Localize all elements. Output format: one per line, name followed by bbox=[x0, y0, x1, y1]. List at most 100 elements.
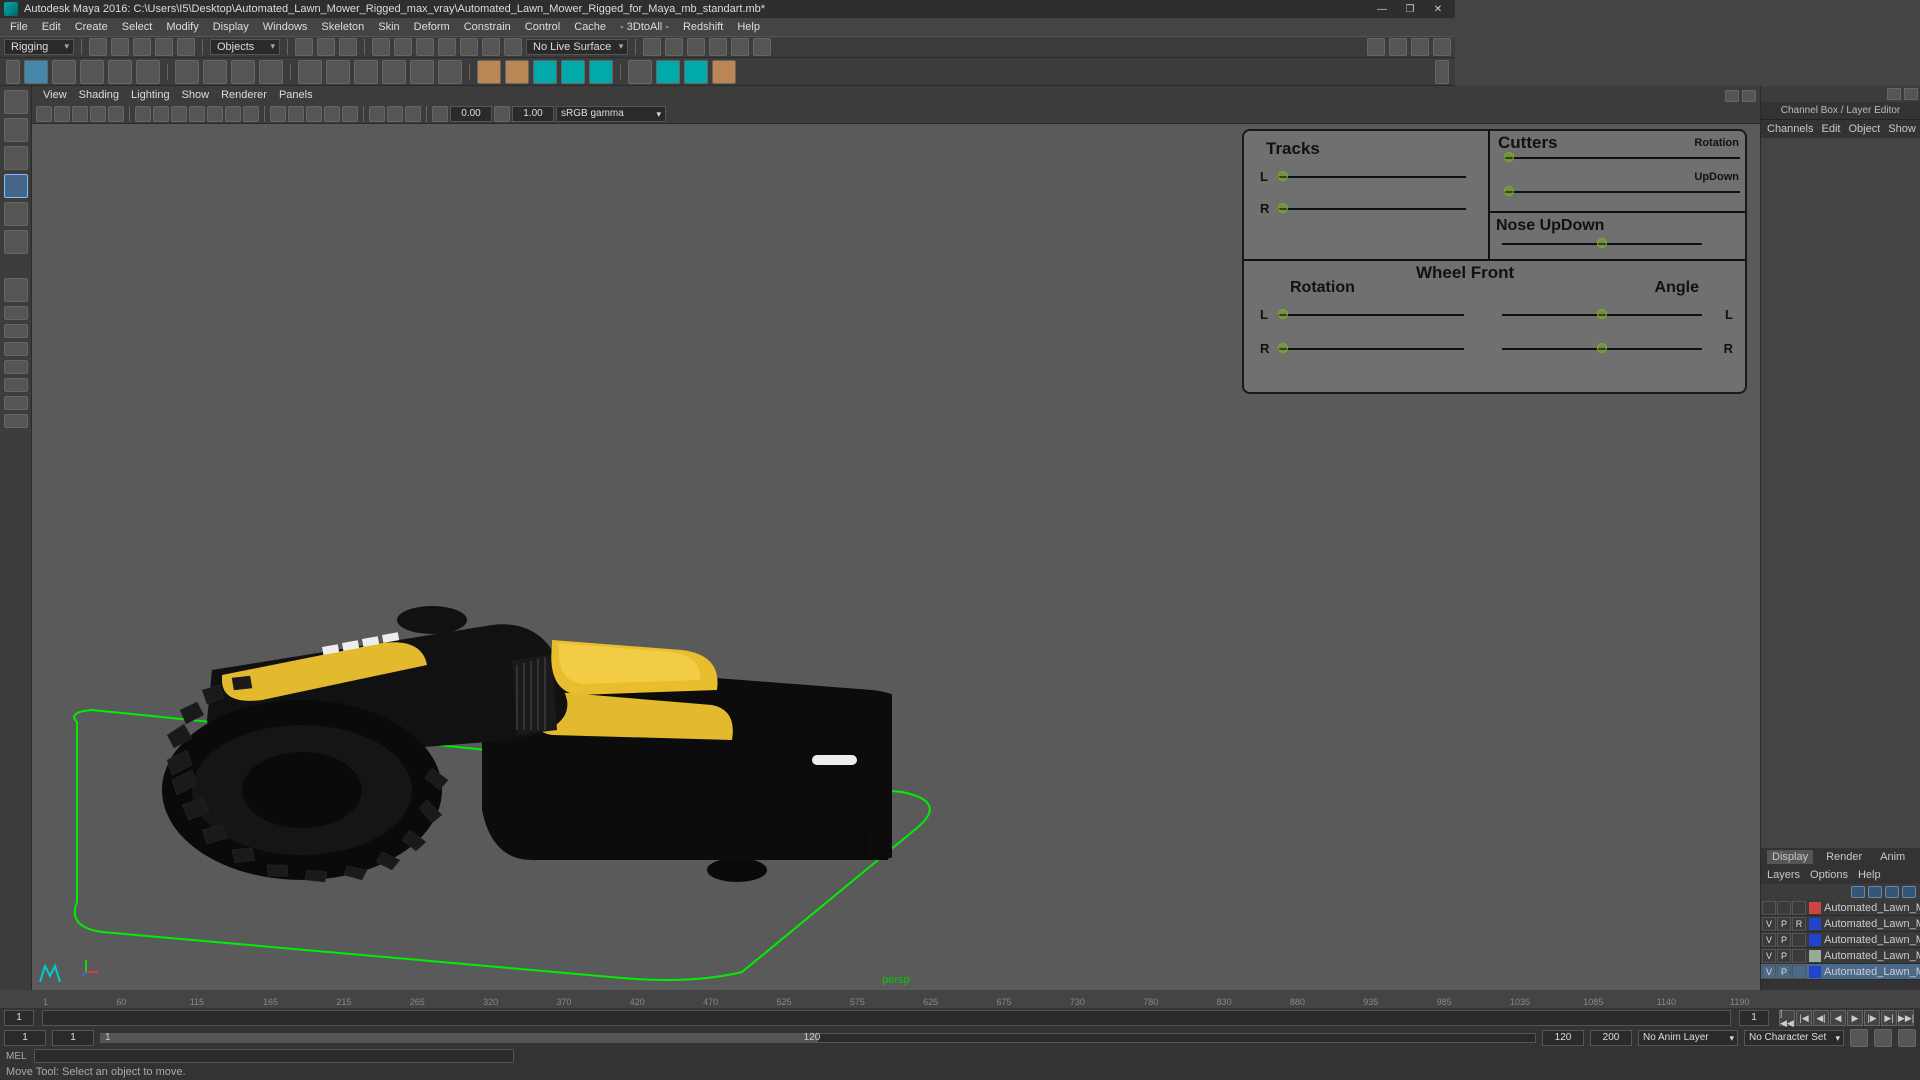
set-key-button[interactable] bbox=[1874, 1029, 1892, 1047]
range-slider-track[interactable]: 1120 bbox=[100, 1033, 1536, 1043]
play-backwards-button[interactable]: ◀ bbox=[1830, 1010, 1846, 1026]
shelf-tool-13[interactable] bbox=[382, 60, 406, 84]
shelf-tool-18[interactable] bbox=[533, 60, 557, 84]
vp-grease-pencil-icon[interactable] bbox=[108, 106, 124, 122]
layer-tab-anim[interactable]: Anim bbox=[1875, 850, 1910, 864]
snap-curve-icon[interactable] bbox=[317, 38, 335, 56]
shelf-tool-7[interactable] bbox=[203, 60, 227, 84]
layout-quick7[interactable] bbox=[4, 414, 28, 428]
rig-angle-l-slider[interactable] bbox=[1502, 314, 1702, 316]
vp-gate-mask-icon[interactable] bbox=[189, 106, 205, 122]
shelf-tool-19[interactable] bbox=[561, 60, 585, 84]
command-input[interactable] bbox=[34, 1049, 514, 1063]
layer-color-swatch[interactable] bbox=[1809, 934, 1821, 946]
anim-start-field[interactable]: 1 bbox=[4, 1030, 46, 1046]
render-settings-icon[interactable] bbox=[687, 38, 705, 56]
layer-r-toggle[interactable] bbox=[1792, 965, 1806, 979]
menu-constrain[interactable]: Constrain bbox=[458, 20, 517, 34]
vp-shadows-icon[interactable] bbox=[342, 106, 358, 122]
layout-quick2[interactable] bbox=[4, 324, 28, 338]
rotate-tool[interactable] bbox=[4, 202, 28, 226]
layer-color-swatch[interactable] bbox=[1809, 902, 1821, 914]
layout-quick1[interactable] bbox=[4, 306, 28, 320]
layer-delete-icon[interactable] bbox=[1902, 886, 1916, 898]
cb-tab-edit[interactable]: Edit bbox=[1821, 123, 1840, 135]
time-slider-track[interactable]: 1601151652152653203704204705255756256757… bbox=[42, 1010, 1731, 1026]
playback-end-field[interactable]: 120 bbox=[1542, 1030, 1584, 1046]
layer-color-swatch[interactable] bbox=[1809, 918, 1821, 930]
vp-grid-icon[interactable] bbox=[135, 106, 151, 122]
shelf-scroll-icon[interactable] bbox=[1435, 60, 1449, 84]
step-back-button[interactable]: ◀| bbox=[1813, 1010, 1829, 1026]
panel-layout4-icon[interactable] bbox=[1433, 38, 1451, 56]
vp-textured-icon[interactable] bbox=[306, 106, 322, 122]
vp-film-gate-icon[interactable] bbox=[153, 106, 169, 122]
render-icon[interactable] bbox=[643, 38, 661, 56]
sym-x-icon[interactable] bbox=[394, 38, 412, 56]
shelf-tool-3[interactable] bbox=[80, 60, 104, 84]
close-panel-icon[interactable] bbox=[1742, 90, 1756, 102]
layer-row[interactable]: VPAutomated_Lawn_Mo... bbox=[1761, 948, 1920, 964]
time-current-start[interactable]: 1 bbox=[4, 1010, 34, 1026]
cb-tab-object[interactable]: Object bbox=[1848, 123, 1880, 135]
menu-deform[interactable]: Deform bbox=[408, 20, 456, 34]
panel-layout1-icon[interactable] bbox=[1367, 38, 1385, 56]
layer-p-toggle[interactable]: P bbox=[1777, 933, 1791, 947]
shelf-tool-24[interactable] bbox=[712, 60, 736, 84]
shelf-tool-15[interactable] bbox=[438, 60, 462, 84]
tearoff-icon[interactable] bbox=[1887, 88, 1901, 100]
anim-prefs-button[interactable] bbox=[1898, 1029, 1916, 1047]
viewport[interactable]: Tracks L R Cutters Rotation UpDown Nose … bbox=[32, 124, 1760, 990]
layer-menu-layers[interactable]: Layers bbox=[1767, 869, 1800, 881]
close-button[interactable]: ✕ bbox=[1425, 2, 1451, 16]
menu-windows[interactable]: Windows bbox=[257, 20, 314, 34]
layer-v-toggle[interactable]: V bbox=[1762, 933, 1776, 947]
snap-grid-icon[interactable] bbox=[295, 38, 313, 56]
menu-file[interactable]: File bbox=[4, 20, 34, 34]
layer-row[interactable]: VPAutomated_Lawn_Mo... bbox=[1761, 964, 1920, 980]
step-back-key-button[interactable]: |◀ bbox=[1796, 1010, 1812, 1026]
layer-up-icon[interactable] bbox=[1868, 886, 1882, 898]
vp-colorspace-dropdown[interactable]: sRGB gamma bbox=[556, 106, 666, 122]
shelf-tool-20[interactable] bbox=[589, 60, 613, 84]
live-surface-dropdown[interactable]: No Live Surface bbox=[526, 39, 628, 55]
layer-row[interactable]: VPRAutomated_Lawn_Mower bbox=[1761, 916, 1920, 932]
vp-wireframe-icon[interactable] bbox=[270, 106, 286, 122]
vp-gamma-field[interactable]: 1.00 bbox=[512, 106, 554, 122]
anim-layer-dropdown[interactable]: No Anim Layer bbox=[1638, 1030, 1738, 1046]
shelf-tool-17[interactable] bbox=[505, 60, 529, 84]
menu-edit[interactable]: Edit bbox=[36, 20, 67, 34]
go-to-end-button[interactable]: ▶▶| bbox=[1898, 1010, 1914, 1026]
time-current-end[interactable]: 1 bbox=[1739, 1010, 1769, 1026]
vp-menu-shading[interactable]: Shading bbox=[74, 88, 124, 102]
shelf-tool-14[interactable] bbox=[410, 60, 434, 84]
vp-menu-view[interactable]: View bbox=[38, 88, 72, 102]
shelf-tool-22[interactable] bbox=[656, 60, 680, 84]
auto-key-button[interactable] bbox=[1850, 1029, 1868, 1047]
tearoff-icon[interactable] bbox=[1725, 90, 1739, 102]
vp-menu-lighting[interactable]: Lighting bbox=[126, 88, 175, 102]
layout-quick5[interactable] bbox=[4, 378, 28, 392]
layer-r-toggle[interactable] bbox=[1792, 901, 1806, 915]
open-scene-icon[interactable] bbox=[111, 38, 129, 56]
rig-tracks-l-slider[interactable] bbox=[1278, 176, 1466, 178]
menu-select[interactable]: Select bbox=[116, 20, 159, 34]
layer-down-icon[interactable] bbox=[1885, 886, 1899, 898]
layer-p-toggle[interactable]: P bbox=[1777, 917, 1791, 931]
snap-point-icon[interactable] bbox=[339, 38, 357, 56]
close-panel-icon[interactable] bbox=[1904, 88, 1918, 100]
live-surface-icon[interactable] bbox=[504, 38, 522, 56]
layer-r-toggle[interactable] bbox=[1792, 933, 1806, 947]
shelf-tool-23[interactable] bbox=[684, 60, 708, 84]
paint-select-tool[interactable] bbox=[4, 146, 28, 170]
layer-v-toggle[interactable] bbox=[1762, 901, 1776, 915]
sym-axis-icon[interactable] bbox=[460, 38, 478, 56]
menu-set-dropdown[interactable]: Rigging bbox=[4, 39, 74, 55]
rig-cutters-updown-slider[interactable] bbox=[1504, 191, 1740, 193]
rig-angle-r-slider[interactable] bbox=[1502, 348, 1702, 350]
character-set-dropdown[interactable]: No Character Set bbox=[1744, 1030, 1844, 1046]
last-tool[interactable] bbox=[4, 278, 28, 302]
vp-isolate-icon[interactable] bbox=[369, 106, 385, 122]
anim-end-field[interactable]: 200 bbox=[1590, 1030, 1632, 1046]
render-view-icon[interactable] bbox=[731, 38, 749, 56]
